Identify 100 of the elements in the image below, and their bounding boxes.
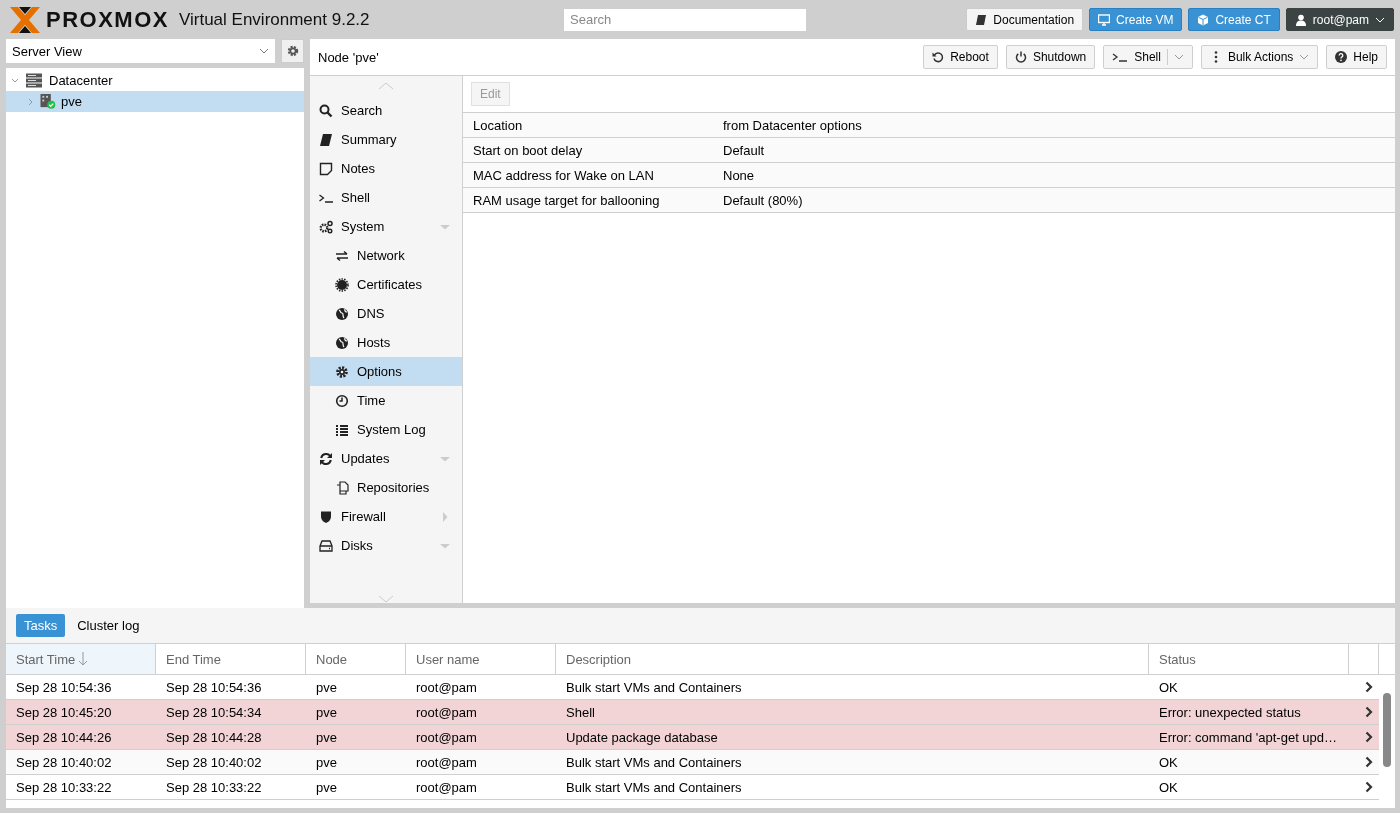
nav-item[interactable]: Hosts: [310, 328, 462, 357]
table-cell-text: root@pam: [415, 679, 478, 695]
table-cell-text: Sep 28 10:33:22: [15, 779, 113, 795]
book-icon: [975, 13, 988, 26]
table-cell-text: Sep 28 10:40:02: [165, 754, 263, 770]
table-cell-text: Sep 28 10:33:22: [165, 779, 263, 795]
table-cell-text: root@pam: [415, 704, 478, 720]
product-title: Virtual Environment 9.2.2: [178, 9, 370, 30]
nav-item[interactable]: Network: [310, 241, 462, 270]
panel-title: Node 'pve': [318, 49, 379, 65]
nav-item[interactable]: Certificates: [310, 270, 462, 299]
table-cell-text: Shell: [565, 704, 596, 720]
table-cell-text: Bulk start VMs and Containers: [565, 754, 743, 770]
header-button[interactable]: root@pam: [1285, 8, 1394, 31]
table-cell-text: pve: [315, 729, 338, 745]
column-header[interactable]: End Time: [156, 644, 306, 674]
table-cell-text: Sep 28 10:54:36: [165, 679, 263, 695]
column-header[interactable]: Node: [306, 644, 406, 674]
expander-icon: [11, 76, 19, 85]
nav-item[interactable]: DNS: [310, 299, 462, 328]
option-value: Default: [723, 142, 765, 158]
task-row[interactable]: Sep 28 10:45:20 Sep 28 10:54:34 pve root@pam Shell Error: unexpected status: [6, 700, 1379, 725]
chevron-down-icon: [259, 48, 269, 54]
nav-item[interactable]: Disks: [310, 531, 462, 560]
chevron-right-icon[interactable]: [1365, 731, 1373, 743]
tab[interactable]: Cluster log: [69, 614, 148, 637]
nav-item[interactable]: Options: [310, 357, 462, 386]
chevron-right-icon[interactable]: [1365, 681, 1373, 693]
chevron-right-icon[interactable]: [1365, 706, 1373, 718]
arrows-icon: [335, 248, 349, 263]
nav-item[interactable]: Time: [310, 386, 462, 415]
book-icon: [319, 132, 333, 147]
nav-item[interactable]: Firewall: [310, 502, 462, 531]
search-field[interactable]: Search: [564, 8, 806, 31]
toolbar-button[interactable]: Help: [1326, 45, 1387, 69]
nav-item[interactable]: Repositories: [310, 473, 462, 502]
logo-mark-icon: [8, 4, 42, 35]
table-cell-text: Update package database: [565, 729, 719, 745]
nav-item[interactable]: System: [310, 212, 462, 241]
task-row[interactable]: Sep 28 10:40:02 Sep 28 10:40:02 pve root@pam Bulk start VMs and Containers OK: [6, 750, 1379, 775]
sort-down-icon: [78, 652, 89, 666]
tree-item[interactable]: pve: [6, 91, 304, 112]
globe-icon: [335, 335, 349, 350]
chevron-down-icon: [1375, 16, 1385, 23]
option-value: from Datacenter options: [723, 117, 862, 133]
option-name: MAC address for Wake on LAN: [473, 167, 655, 183]
expander-icon: [27, 97, 35, 106]
table-cell-text: root@pam: [415, 754, 478, 770]
nav-item[interactable]: System Log: [310, 415, 462, 444]
table-cell-text: Error: unexpected status: [1158, 704, 1302, 720]
reload-icon: [932, 51, 945, 63]
column-header[interactable]: Description: [556, 644, 1149, 674]
toolbar-button[interactable]: Shutdown: [1005, 45, 1096, 69]
table-cell-text: pve: [315, 704, 338, 720]
view-select[interactable]: Server View: [6, 39, 275, 63]
option-name: RAM usage target for ballooning: [473, 192, 661, 208]
drive-icon: [319, 538, 333, 553]
chevron-right-icon[interactable]: [1365, 781, 1373, 793]
settings-button[interactable]: [281, 39, 304, 63]
table-cell-text: pve: [315, 754, 338, 770]
table-cell-text: Sep 28 10:45:20: [15, 704, 113, 720]
refresh-icon: [319, 451, 333, 466]
column-header[interactable]: User name: [406, 644, 556, 674]
column-header[interactable]: Status: [1149, 644, 1349, 674]
tree-label: Datacenter: [49, 73, 113, 88]
table-cell-text: root@pam: [415, 729, 478, 745]
chevron-down-icon: [1299, 54, 1310, 60]
table-cell-text: OK: [1158, 754, 1179, 770]
toolbar-button[interactable]: Shell: [1103, 45, 1193, 69]
help-icon: [1335, 51, 1348, 63]
table-cell-text: Sep 28 10:44:26: [15, 729, 113, 745]
nav-item[interactable]: Search: [310, 96, 462, 125]
nav-item[interactable]: Summary: [310, 125, 462, 154]
tree-item[interactable]: Datacenter: [6, 70, 304, 91]
list-icon: [335, 422, 349, 437]
note-icon: [319, 161, 333, 176]
globe-icon: [335, 306, 349, 321]
task-row[interactable]: Sep 28 10:44:26 Sep 28 10:44:28 pve root@pam Update package database Error: command 'apt-get upd…: [6, 725, 1379, 750]
monitor-icon: [1098, 13, 1111, 26]
nav-item[interactable]: Updates: [310, 444, 462, 473]
seal-icon: [335, 277, 349, 292]
column-header[interactable]: Start Time: [6, 644, 156, 674]
table-cell-text: OK: [1158, 779, 1179, 795]
expander-icon: [440, 511, 450, 522]
table-cell-text: Bulk start VMs and Containers: [565, 779, 743, 795]
option-value: Default (80%): [723, 192, 803, 208]
table-cell-text: Sep 28 10:44:28: [165, 729, 263, 745]
table-cell-text: Sep 28 10:40:02: [15, 754, 113, 770]
header-button[interactable]: Documentation: [966, 8, 1084, 31]
nav-item[interactable]: Notes: [310, 154, 462, 183]
toolbar-button[interactable]: Reboot: [923, 45, 998, 69]
table-cell-text: Sep 28 10:54:36: [15, 679, 113, 695]
shield-icon: [319, 509, 333, 524]
nav-item[interactable]: Shell: [310, 183, 462, 212]
table-cell-text: Sep 28 10:54:34: [165, 704, 263, 720]
toolbar-button[interactable]: Bulk Actions: [1200, 45, 1319, 69]
server-rack-icon: [26, 73, 42, 88]
settings-icon: [286, 45, 299, 57]
terminal-icon: [1112, 51, 1129, 63]
chevron-right-icon[interactable]: [1365, 756, 1373, 768]
